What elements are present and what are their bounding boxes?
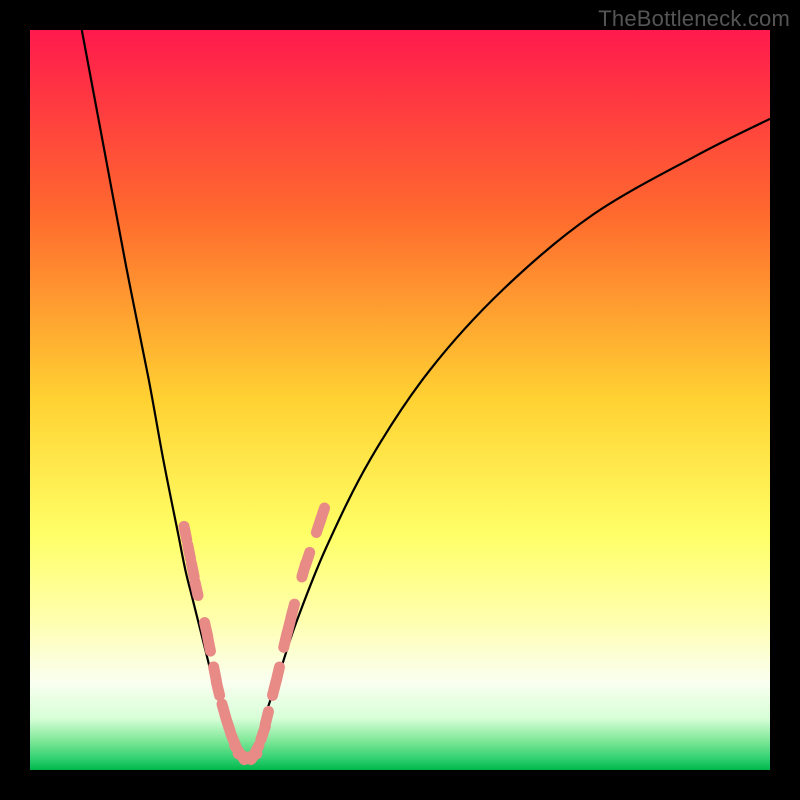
data-marker bbox=[305, 552, 309, 565]
data-marker bbox=[265, 711, 268, 725]
marker-group bbox=[184, 508, 324, 760]
data-marker bbox=[184, 526, 187, 540]
data-marker bbox=[195, 582, 198, 596]
watermark-text: TheBottleneck.com bbox=[598, 6, 790, 32]
chart-container: TheBottleneck.com bbox=[0, 0, 800, 800]
data-marker bbox=[188, 545, 191, 559]
data-marker bbox=[208, 637, 211, 651]
data-marker bbox=[320, 508, 324, 521]
data-marker bbox=[291, 604, 295, 618]
curve-layer bbox=[30, 30, 770, 770]
curve-right-branch bbox=[252, 119, 770, 755]
plot-area bbox=[30, 30, 770, 770]
data-marker bbox=[252, 745, 259, 757]
data-marker bbox=[276, 667, 279, 681]
data-marker bbox=[191, 563, 194, 577]
data-marker bbox=[216, 682, 219, 696]
